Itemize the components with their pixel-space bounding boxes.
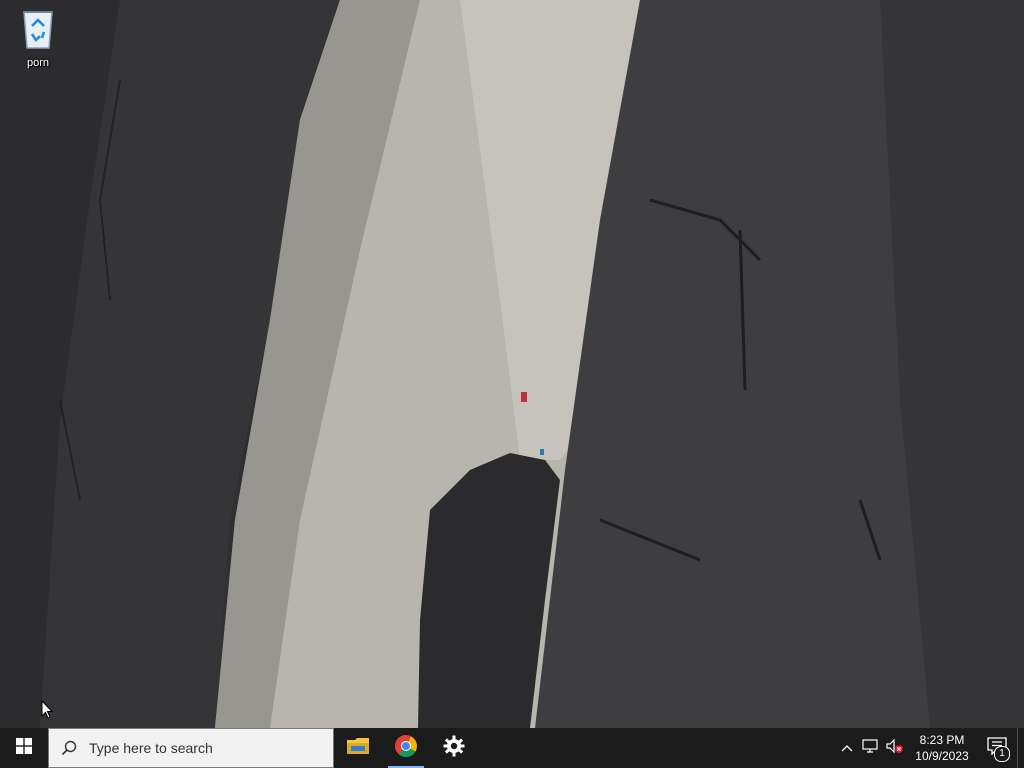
taskbar-app-settings[interactable] xyxy=(430,728,478,768)
climber xyxy=(540,449,544,455)
chevron-up-icon xyxy=(841,739,853,757)
chrome-icon xyxy=(394,734,418,763)
clock-time: 8:23 PM xyxy=(919,733,965,747)
start-button[interactable] xyxy=(0,728,48,768)
taskbar: Type here to search 8:23 PM 10/9/2023 1 xyxy=(0,728,1024,768)
desktop-icon-label: porn xyxy=(26,57,50,69)
search-placeholder: Type here to search xyxy=(89,740,213,756)
wallpaper xyxy=(0,0,1024,728)
volume-button[interactable] xyxy=(883,728,907,768)
desktop-icon-recycle-bin[interactable]: porn xyxy=(14,6,62,74)
system-tray: 8:23 PM 10/9/2023 1 xyxy=(835,728,1024,768)
recycle-bin-icon xyxy=(18,6,58,55)
search-icon xyxy=(49,740,89,756)
mouse-cursor-icon xyxy=(41,699,54,725)
network-icon xyxy=(862,738,880,759)
taskbar-app-file-explorer[interactable] xyxy=(334,728,382,768)
taskbar-app-chrome[interactable] xyxy=(382,728,430,768)
taskbar-search-box[interactable]: Type here to search xyxy=(48,728,334,768)
volume-muted-icon xyxy=(886,738,904,759)
clock[interactable]: 8:23 PM 10/9/2023 xyxy=(907,732,977,764)
desktop[interactable]: porn xyxy=(0,0,1024,728)
notification-badge: 1 xyxy=(994,746,1010,762)
file-explorer-icon xyxy=(346,736,370,761)
action-center-button[interactable]: 1 xyxy=(977,728,1017,768)
show-hidden-icons-button[interactable] xyxy=(835,728,859,768)
show-desktop-button[interactable] xyxy=(1017,728,1024,768)
settings-icon xyxy=(443,735,465,762)
windows-logo-icon xyxy=(16,737,32,759)
network-button[interactable] xyxy=(859,728,883,768)
clock-date: 10/9/2023 xyxy=(915,749,969,763)
climber xyxy=(521,392,527,402)
